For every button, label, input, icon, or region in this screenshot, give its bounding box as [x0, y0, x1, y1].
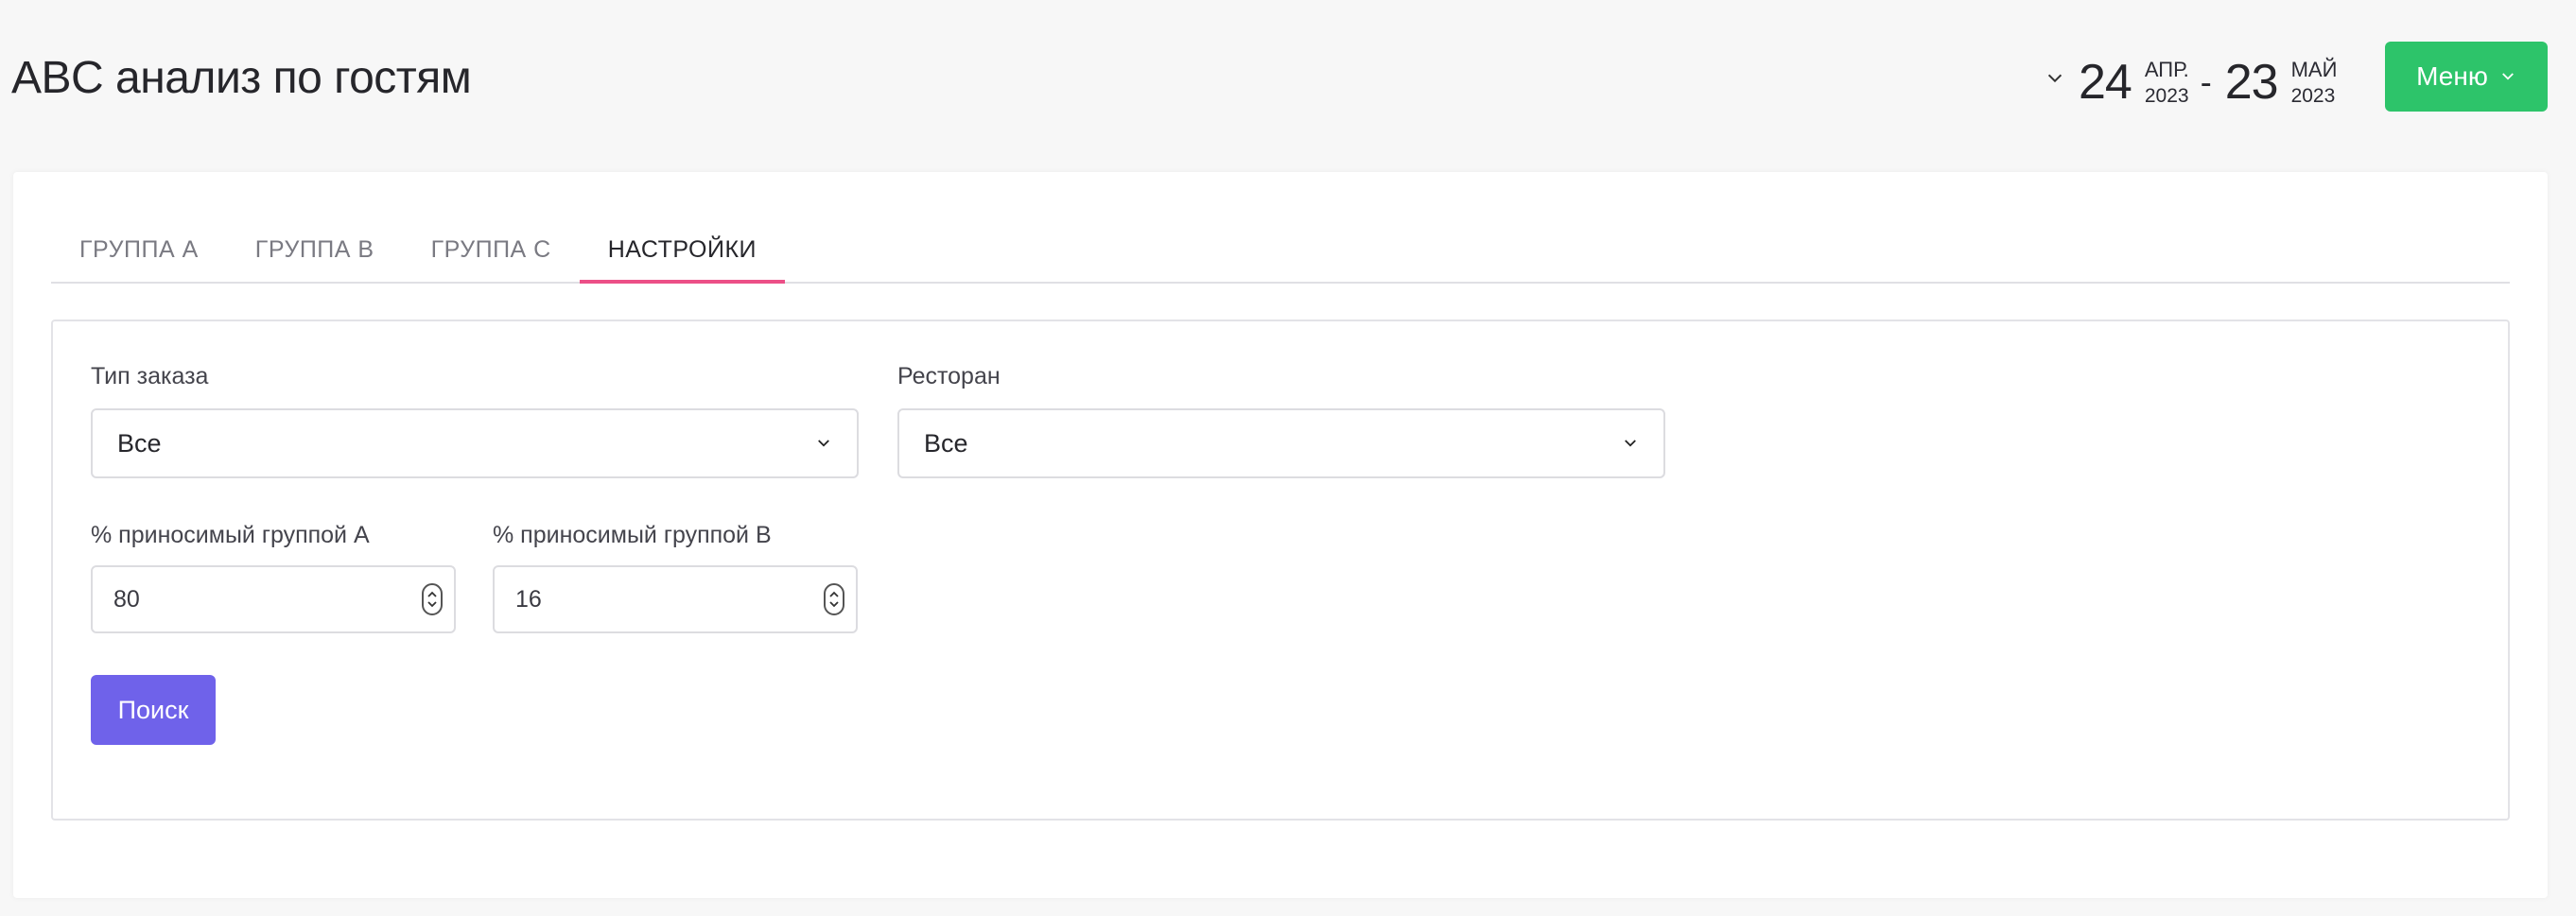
- group-b-percent-label: % приносимый группой В: [493, 522, 772, 548]
- content-card: ГРУППА А ГРУППА В ГРУППА С НАСТРОЙКИ Тип…: [13, 172, 2548, 898]
- spinner-up-down-icon[interactable]: [824, 583, 844, 615]
- page-title: ABC анализ по гостям: [11, 53, 472, 103]
- order-type-label: Тип заказа: [91, 363, 209, 389]
- group-a-percent-input[interactable]: 80: [91, 565, 456, 633]
- spinner-up-down-icon[interactable]: [422, 583, 443, 615]
- tab-group-c[interactable]: ГРУППА С: [403, 223, 580, 282]
- end-year: 2023: [2290, 84, 2336, 107]
- end-day: 23: [2224, 55, 2279, 110]
- end-month: МАЙ: [2290, 57, 2338, 81]
- date-range-picker[interactable]: 24 АПР. 2023 - 23 МАЙ 2023: [2045, 49, 2337, 115]
- tab-group-a[interactable]: ГРУППА А: [51, 223, 227, 282]
- order-type-select[interactable]: Все: [91, 408, 859, 478]
- group-b-percent-input[interactable]: 16: [493, 565, 858, 633]
- order-type-value: Все: [117, 428, 162, 458]
- date-separator: -: [2200, 62, 2212, 101]
- group-a-percent-value: 80: [113, 585, 140, 613]
- tab-bar: ГРУППА А ГРУППА В ГРУППА С НАСТРОЙКИ: [51, 223, 2510, 284]
- chevron-down-icon: [1625, 440, 1636, 447]
- search-button[interactable]: Поиск: [91, 675, 216, 745]
- restaurant-select[interactable]: Все: [897, 408, 1665, 478]
- menu-button-label: Меню: [2416, 61, 2488, 91]
- chevron-down-icon[interactable]: [2045, 68, 2065, 89]
- tab-group-b[interactable]: ГРУППА В: [227, 223, 403, 282]
- start-month: АПР.: [2144, 57, 2189, 81]
- start-year: 2023: [2144, 84, 2189, 107]
- group-b-percent-value: 16: [515, 585, 542, 613]
- start-day: 24: [2079, 55, 2132, 110]
- restaurant-label: Ресторан: [897, 363, 1001, 389]
- tab-settings[interactable]: НАСТРОЙКИ: [579, 223, 786, 284]
- chevron-down-icon: [2501, 73, 2514, 80]
- group-a-percent-label: % приносимый группой А: [91, 522, 370, 548]
- settings-panel: Тип заказа Все Ресторан Все % приносимый…: [51, 320, 2510, 821]
- chevron-down-icon: [818, 440, 829, 447]
- restaurant-value: Все: [924, 428, 968, 458]
- menu-button[interactable]: Меню: [2385, 42, 2548, 112]
